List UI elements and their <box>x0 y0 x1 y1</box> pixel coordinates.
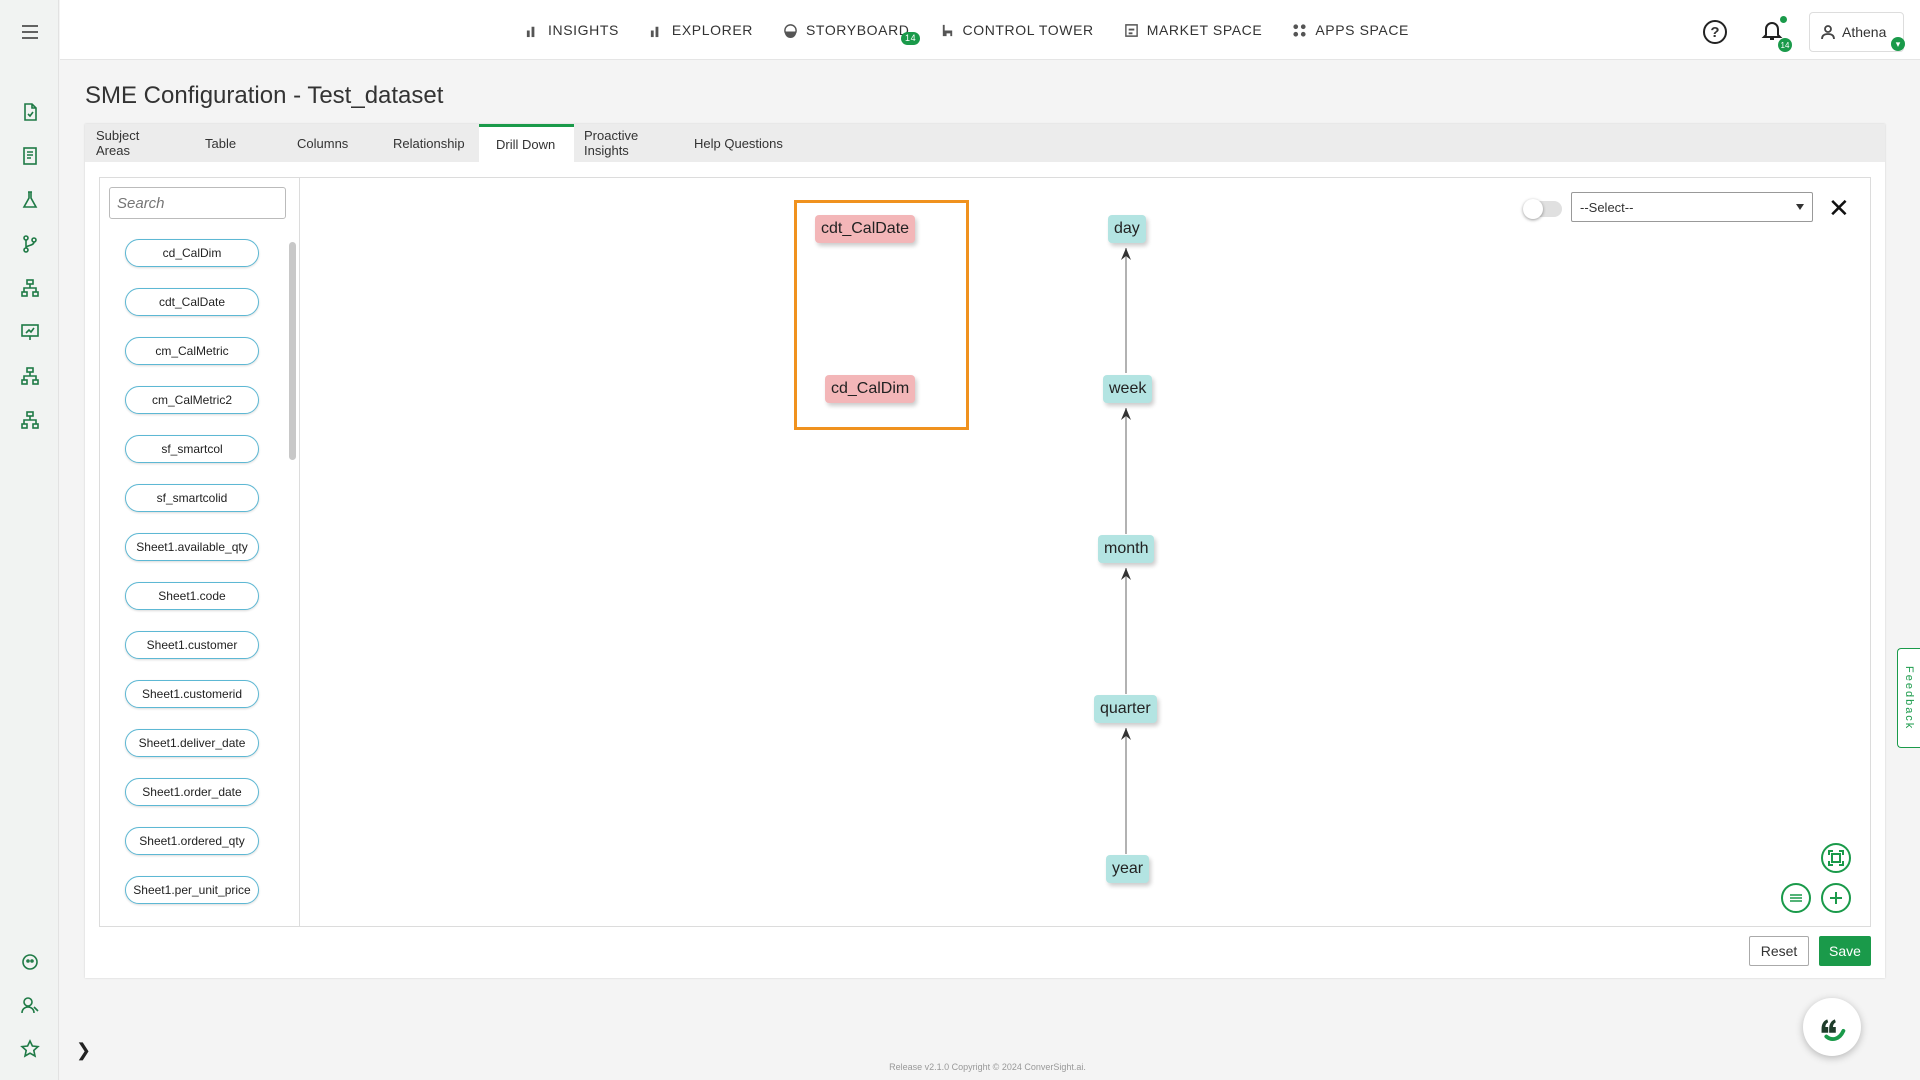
tab-help-questions[interactable]: Help Questions <box>694 124 804 162</box>
zoom-in-icon[interactable] <box>1821 883 1851 913</box>
fit-view-icon[interactable] <box>1821 843 1851 873</box>
column-chip[interactable]: Sheet1.per_unit_price <box>125 876 259 904</box>
notification-dot <box>1780 16 1787 23</box>
chatbot-launcher-icon[interactable] <box>1803 998 1861 1056</box>
expand-rail-icon[interactable]: ❯ <box>76 1040 91 1061</box>
column-chip[interactable]: Sheet1.customer <box>125 631 259 659</box>
users-icon[interactable] <box>19 994 41 1016</box>
select-value: --Select-- <box>1580 199 1634 215</box>
hierarchy-node-month[interactable]: month <box>1098 535 1155 563</box>
footer-text: Release v2.1.0 Copyright © 2024 ConverSi… <box>889 1062 1086 1072</box>
hierarchy-node-year[interactable]: year <box>1106 855 1150 883</box>
column-chip[interactable]: cdt_CalDate <box>125 288 259 316</box>
bar-chart-icon <box>650 26 659 37</box>
tab-relationship[interactable]: Relationship <box>369 124 479 162</box>
hierarchy-node-quarter[interactable]: quarter <box>1094 695 1157 723</box>
help-icon[interactable]: ? <box>1703 20 1727 44</box>
bar-chart-icon <box>526 26 535 37</box>
assistant-icon[interactable] <box>19 950 41 972</box>
document-icon[interactable] <box>19 101 41 123</box>
drill-down-panel: cd_CalDim cdt_CalDate cm_CalMetric cm_Ca… <box>99 177 1871 927</box>
main-nav: INSIGHTS EXPLORER STORYBOARD 14 CONTROL … <box>525 0 1439 60</box>
flask-icon[interactable] <box>19 189 41 211</box>
storyboard-icon <box>784 23 797 38</box>
toggle-switch[interactable] <box>1523 199 1562 219</box>
top-bar: INSIGHTS EXPLORER STORYBOARD 14 CONTROL … <box>60 0 1920 60</box>
column-chip[interactable]: Sheet1.ordered_qty <box>125 827 259 855</box>
report-icon[interactable] <box>19 145 41 167</box>
column-chip[interactable]: Sheet1.available_qty <box>125 533 259 561</box>
hierarchy-icon[interactable] <box>19 277 41 299</box>
column-chip[interactable]: Sheet1.order_date <box>125 778 259 806</box>
tab-bar: Subject Areas Table Columns Relationship… <box>85 124 1885 162</box>
close-icon[interactable]: ✕ <box>1828 194 1850 222</box>
notification-bell-icon[interactable]: 14 <box>1760 16 1792 52</box>
nav-label: MARKET SPACE <box>1146 22 1263 38</box>
tab-table[interactable]: Table <box>183 124 281 162</box>
column-chip[interactable]: Sheet1.code <box>125 582 259 610</box>
tab-columns[interactable]: Columns <box>281 124 369 162</box>
drill-down-canvas[interactable]: cdt_CalDate cd_CalDim day week month qua… <box>300 178 1870 926</box>
chevron-down-icon: ▾ <box>1891 37 1905 51</box>
nav-label: STORYBOARD <box>805 22 910 38</box>
hierarchy-node-week[interactable]: week <box>1103 375 1153 403</box>
storyboard-badge: 14 <box>900 32 921 45</box>
scrollbar[interactable] <box>289 242 296 460</box>
nav-label: APPS SPACE <box>1315 22 1409 38</box>
zoom-out-icon[interactable] <box>1781 883 1811 913</box>
column-list: cd_CalDim cdt_CalDate cm_CalMetric cm_Ca… <box>100 178 300 926</box>
column-chip[interactable]: sf_smartcol <box>125 435 259 463</box>
org-chart-icon[interactable] <box>19 365 41 387</box>
tab-proactive-insights[interactable]: Proactive Insights <box>574 124 694 162</box>
feedback-tab[interactable]: Feedback <box>1897 648 1920 748</box>
hierarchy-links <box>1121 248 1131 854</box>
star-icon[interactable] <box>19 1038 41 1060</box>
search-input[interactable] <box>109 187 286 219</box>
apps-icon <box>1293 23 1306 37</box>
nav-insights[interactable]: INSIGHTS <box>525 22 619 38</box>
nav-apps-space[interactable]: APPS SPACE <box>1292 22 1409 38</box>
tab-subject-areas[interactable]: Subject Areas <box>85 124 183 162</box>
column-chip[interactable]: cm_CalMetric <box>125 337 259 365</box>
nav-storyboard[interactable]: STORYBOARD 14 <box>783 22 921 45</box>
user-menu[interactable]: Athena ▾ <box>1809 12 1905 52</box>
user-name: Athena <box>1842 24 1887 40</box>
config-card: Subject Areas Table Columns Relationship… <box>85 124 1885 978</box>
market-icon <box>1124 23 1138 37</box>
left-rail <box>0 0 59 1080</box>
reset-button[interactable]: Reset <box>1749 936 1809 966</box>
nav-explorer[interactable]: EXPLORER <box>649 22 753 38</box>
toggle-knob <box>1523 199 1543 219</box>
save-button[interactable]: Save <box>1819 936 1871 966</box>
column-chip[interactable]: Sheet1.deliver_date <box>125 729 259 757</box>
nav-label: EXPLORER <box>671 22 753 38</box>
branch-icon[interactable] <box>19 233 41 255</box>
column-chip[interactable]: cd_CalDim <box>125 239 259 267</box>
column-chip[interactable]: cm_CalMetric2 <box>125 386 259 414</box>
presentation-icon[interactable] <box>19 321 41 343</box>
feedback-label: Feedback <box>1903 665 1915 731</box>
nav-label: CONTROL TOWER <box>962 22 1094 38</box>
hierarchy-select[interactable]: --Select-- <box>1571 192 1813 222</box>
hierarchy-node-day[interactable]: day <box>1108 215 1146 243</box>
column-chip[interactable]: sf_smartcolid <box>125 484 259 512</box>
chevron-down-icon <box>1796 204 1804 210</box>
page-title: SME Configuration - Test_dataset <box>85 82 444 109</box>
nav-market-space[interactable]: MARKET SPACE <box>1124 22 1263 38</box>
nav-label: INSIGHTS <box>548 22 619 38</box>
tower-icon <box>942 24 952 36</box>
sitemap-icon[interactable] <box>19 409 41 431</box>
tab-drill-down[interactable]: Drill Down <box>479 124 574 162</box>
notification-count: 14 <box>1778 38 1792 52</box>
user-icon <box>1821 25 1835 40</box>
column-chip[interactable]: Sheet1.customerid <box>125 680 259 708</box>
hamburger-menu-icon[interactable] <box>19 21 41 43</box>
nav-control-tower[interactable]: CONTROL TOWER <box>940 22 1094 38</box>
